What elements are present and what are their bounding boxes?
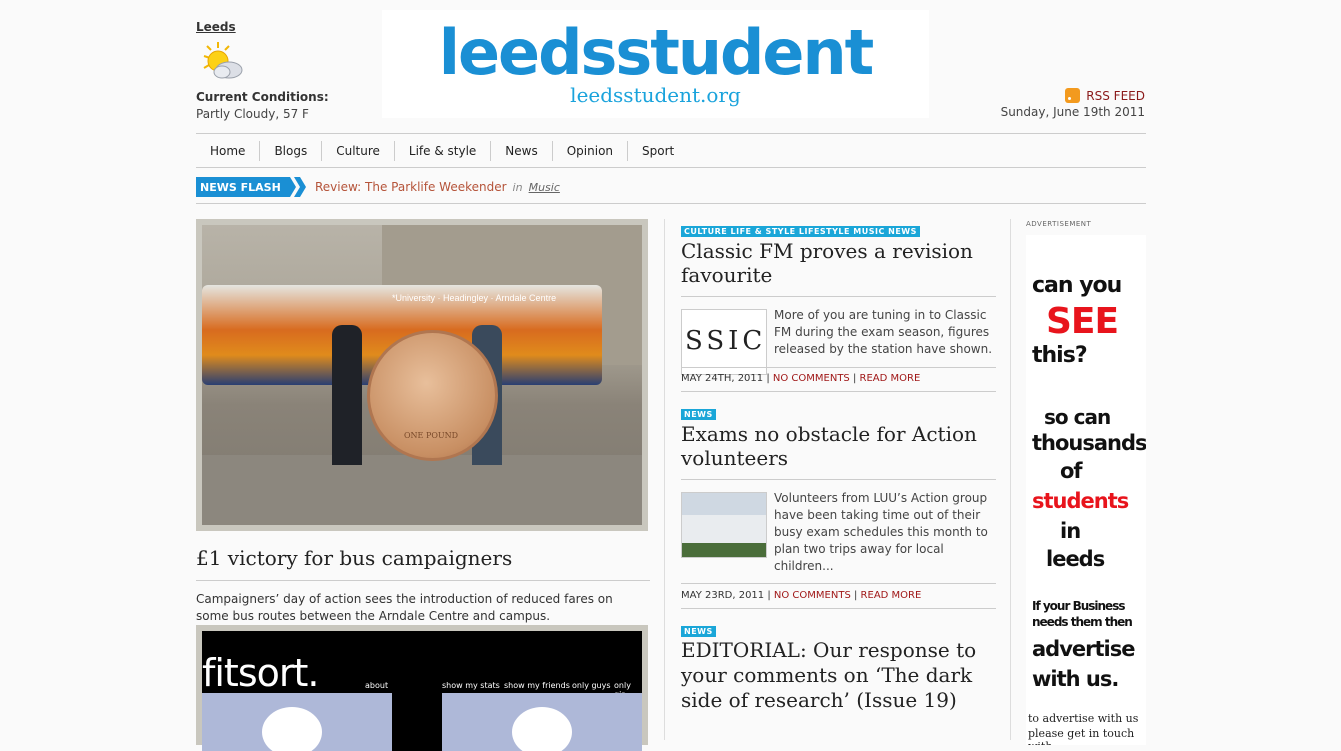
ad-label: ADVERTISEMENT	[1026, 220, 1092, 228]
nav-item-opinion[interactable]: Opinion	[553, 140, 629, 161]
article-2-date: MAY 23RD, 2011	[681, 590, 765, 601]
ad-line-12: advertise	[1032, 637, 1135, 661]
article-2-meta: MAY 23RD, 2011 | NO COMMENTS | READ MORE	[681, 590, 922, 601]
column-divider-left	[664, 219, 665, 740]
bus-banner: *University · Headingley · Arndale Centr…	[392, 293, 557, 303]
rss-feed-link[interactable]: RSS FEED	[1065, 88, 1145, 103]
ad-line-11: needs them then	[1032, 615, 1133, 629]
fitsort-menu-about: about	[365, 681, 389, 690]
person-left	[332, 325, 362, 465]
article-1-title-link[interactable]: Classic FM proves a revision favourite	[681, 239, 991, 287]
article-2-bottom-rule	[681, 608, 996, 609]
article-1-meta-rule	[681, 367, 996, 368]
article-1-read-more-link[interactable]: READ MORE	[860, 373, 921, 384]
ad-line-1: can you	[1032, 273, 1122, 298]
nav-item-culture[interactable]: Culture	[322, 140, 395, 161]
ad-line-6: of	[1060, 459, 1083, 483]
conditions-label: Current Conditions:	[196, 90, 329, 104]
feature-excerpt: Campaigners’ day of action sees the intr…	[196, 592, 613, 623]
article-2-rule	[681, 479, 996, 480]
fitsort-avatar-right	[512, 707, 572, 751]
thumb-grass	[682, 543, 766, 557]
nav-item-sport[interactable]: Sport	[628, 141, 688, 161]
fitsort-avatar-left	[262, 707, 322, 751]
rss-icon	[1065, 88, 1081, 103]
ad-line-13: with us.	[1032, 667, 1119, 691]
feature-photo: *University · Headingley · Arndale Centr…	[202, 225, 642, 525]
thumb-text: SSIC	[685, 326, 766, 356]
article-1-thumb[interactable]: SSIC	[681, 309, 767, 375]
feature-image[interactable]: *University · Headingley · Arndale Centr…	[196, 219, 648, 531]
ad-small-1: to advertise with us	[1028, 712, 1139, 725]
article-3-tags[interactable]: NEWS	[681, 619, 716, 638]
article-1-date: MAY 24TH, 2011	[681, 373, 764, 384]
article-1-tags[interactable]: CULTURE LIFE & STYLE LIFESTYLE MUSIC NEW…	[681, 219, 920, 238]
newsflash-in: in	[512, 181, 523, 194]
pavement	[202, 455, 642, 525]
ad-line-5: thousands	[1032, 431, 1146, 455]
article-1-comments-link[interactable]: NO COMMENTS	[773, 373, 850, 384]
advertisement[interactable]: can you SEE this? so can thousands of st…	[1026, 235, 1146, 745]
ad-line-7: students	[1032, 489, 1129, 513]
fitsort-menu: about show my stats show my friends only…	[202, 679, 642, 699]
fitsort-menu-friends: show my friends	[504, 681, 570, 690]
newsflash-headline-link[interactable]: Review: The Parklife Weekender	[315, 180, 507, 194]
fitsort-menu-guys: only guys	[572, 681, 611, 690]
ad-small-2: please get in touch with	[1028, 727, 1135, 745]
main-nav: Home Blogs Culture Life & style News Opi…	[196, 133, 1146, 168]
logo-main-text: leedsstudent	[438, 16, 875, 89]
article-2-read-more-link[interactable]: READ MORE	[861, 590, 922, 601]
nav-item-life-style[interactable]: Life & style	[395, 140, 492, 161]
ad-line-9: leeds	[1046, 547, 1105, 571]
current-date: Sunday, June 19th 2011	[1000, 105, 1145, 119]
nav-item-blogs[interactable]: Blogs	[260, 140, 323, 161]
coin-text: ONE POUND	[404, 431, 459, 440]
feature-title-link[interactable]: £1 victory for bus campaigners	[196, 546, 512, 570]
article-2-tags[interactable]: NEWS	[681, 402, 716, 421]
nav-item-news[interactable]: News	[491, 140, 553, 161]
article-1-meta: MAY 24TH, 2011 | NO COMMENTS | READ MORE	[681, 373, 921, 384]
article-2-excerpt: Volunteers from LUU’s Action group have …	[774, 491, 988, 573]
ad-line-10: If your Business	[1032, 599, 1125, 613]
article-1-rule	[681, 296, 996, 297]
article-1-bottom-rule	[681, 391, 996, 392]
article-3-title-link[interactable]: EDITORIAL: Our response to your comments…	[681, 638, 991, 713]
conditions-value: Partly Cloudy, 57 F	[196, 107, 309, 121]
article-2-thumb[interactable]	[681, 492, 767, 558]
newsflash-category-link[interactable]: Music	[529, 181, 560, 194]
article-1-excerpt: More of you are tuning in to Classic FM …	[774, 308, 993, 356]
newsflash-badge-label: NEWS FLASH	[200, 181, 281, 194]
giant-coin: ONE POUND	[367, 330, 498, 461]
ad-line-8: in	[1060, 519, 1081, 543]
fitsort-image[interactable]: fitsort. about show my stats show my fri…	[196, 625, 648, 751]
ad-line-3: this?	[1032, 343, 1088, 368]
fitsort-lower-panel	[202, 693, 642, 751]
weather-city-link[interactable]: Leeds	[196, 20, 236, 34]
article-2-comments-link[interactable]: NO COMMENTS	[774, 590, 851, 601]
site-logo[interactable]: leedsstudent leedsstudent.org	[382, 10, 929, 118]
newsflash-badge: NEWS FLASH	[196, 177, 306, 197]
nav-item-home[interactable]: Home	[196, 140, 261, 161]
newsflash-bar: NEWS FLASH Review: The Parklife Weekende…	[196, 177, 1146, 204]
partly-cloudy-icon	[198, 40, 246, 84]
article-2-meta-rule	[681, 583, 996, 584]
article-2-title-link[interactable]: Exams no obstacle for Action volunteers	[681, 422, 991, 470]
fitsort-divider-bar	[392, 693, 442, 751]
feature-divider	[196, 580, 650, 581]
ad-line-4: so can	[1044, 405, 1111, 429]
newsflash-item: Review: The Parklife Weekender in Music	[315, 180, 560, 194]
rss-label: RSS FEED	[1086, 88, 1145, 103]
thumb-group	[682, 515, 766, 545]
fitsort-screenshot: fitsort. about show my stats show my fri…	[202, 631, 642, 751]
ad-line-2: SEE	[1046, 301, 1119, 342]
fitsort-menu-stats: show my stats	[442, 681, 500, 690]
column-divider-right	[1010, 219, 1011, 740]
